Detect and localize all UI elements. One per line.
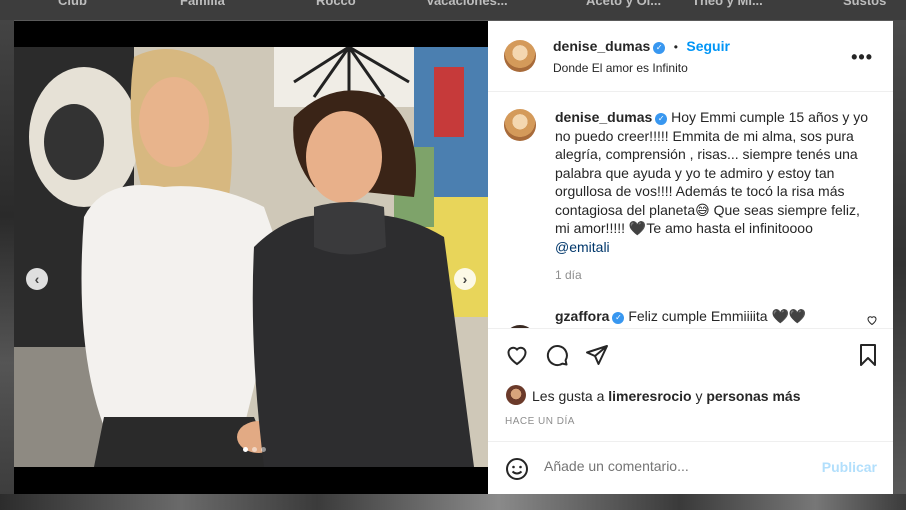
publish-button[interactable]: Publicar [822,459,877,475]
chevron-right-icon: › [462,271,468,287]
previous-photo-button[interactable]: ‹ [26,268,48,290]
avatar[interactable] [504,109,536,141]
heart-icon[interactable] [505,343,529,367]
comment-username[interactable]: gzaffora [555,308,609,324]
comment-item: gzaffora ✓ Feliz cumple Emmiiiita 🖤🖤 [555,308,806,325]
verified-badge-icon: ✓ [653,42,666,54]
likes-username[interactable]: limeresrocio [608,388,691,404]
likes-prefix: Les gusta a [532,388,605,404]
highlight-label: Aceto y Ol... [586,0,662,8]
comments-section: denise_dumas ✓ Hoy Emmi cumple 15 años y … [488,92,893,328]
post-author-username[interactable]: denise_dumas [553,38,650,54]
post-caption: denise_dumas ✓ Hoy Emmi cumple 15 años y … [555,108,873,256]
follow-button[interactable]: Seguir [686,38,730,54]
likes-summary: Les gusta a limeresrocio y personas más [532,388,801,404]
comment-input[interactable] [544,458,804,474]
highlight-label: Theo y Mi... [692,0,763,8]
verified-badge-icon: ✓ [612,312,625,324]
carousel-dot [252,447,257,452]
comment-icon[interactable] [545,343,569,367]
background-page-left [0,20,14,510]
highlight-label: Familia [180,0,225,8]
carousel-indicator [243,447,266,452]
caption-timestamp[interactable]: 1 día [555,268,582,282]
likes-others-link[interactable]: personas más [706,388,800,404]
carousel-dot [261,447,266,452]
caption-mention-link[interactable]: @emitali [555,239,610,255]
highlight-label: Club [58,0,87,8]
bookmark-icon[interactable] [856,343,880,367]
more-icon[interactable]: ••• [851,47,873,68]
comment-text: Feliz cumple Emmiiiita 🖤🖤 [628,308,807,324]
background-page-bottom [0,494,906,510]
highlight-label: Vacaciones... [426,0,508,8]
add-comment-bar: Publicar [488,441,893,495]
verified-badge-icon: ✓ [655,113,668,125]
post-modal: ‹ › denise_dumas ✓ • Seguir Donde El amor… [14,21,893,494]
post-media: ‹ › [14,21,488,494]
post-header: denise_dumas ✓ • Seguir Donde El amor es … [488,21,893,92]
post-details-panel: denise_dumas ✓ • Seguir Donde El amor es … [488,21,893,494]
post-photo [14,47,488,467]
comment-like-heart-icon[interactable] [866,314,878,326]
highlight-label: Sustos [843,0,887,8]
post-location[interactable]: Donde El amor es Infinito [553,61,688,75]
caption-text: Hoy Emmi cumple 15 años y yo no puedo cr… [555,109,869,236]
caption-username[interactable]: denise_dumas [555,109,652,125]
post-timestamp[interactable]: HACE UN DÍA [505,416,575,427]
highlight-label: Rocco [316,0,356,8]
separator-dot: • [673,40,678,54]
background-highlights-bar: Club Familia Rocco Vacaciones... Aceto y… [0,0,906,20]
avatar[interactable] [506,385,526,405]
chevron-left-icon: ‹ [34,271,40,287]
next-photo-button[interactable]: › [454,268,476,290]
photo-illustration [14,47,488,467]
likes-joiner: y [695,388,703,404]
background-page-right [893,20,906,510]
avatar[interactable] [504,40,536,72]
emoji-icon[interactable] [505,457,529,481]
carousel-dot [243,447,248,452]
share-icon[interactable] [585,343,609,367]
